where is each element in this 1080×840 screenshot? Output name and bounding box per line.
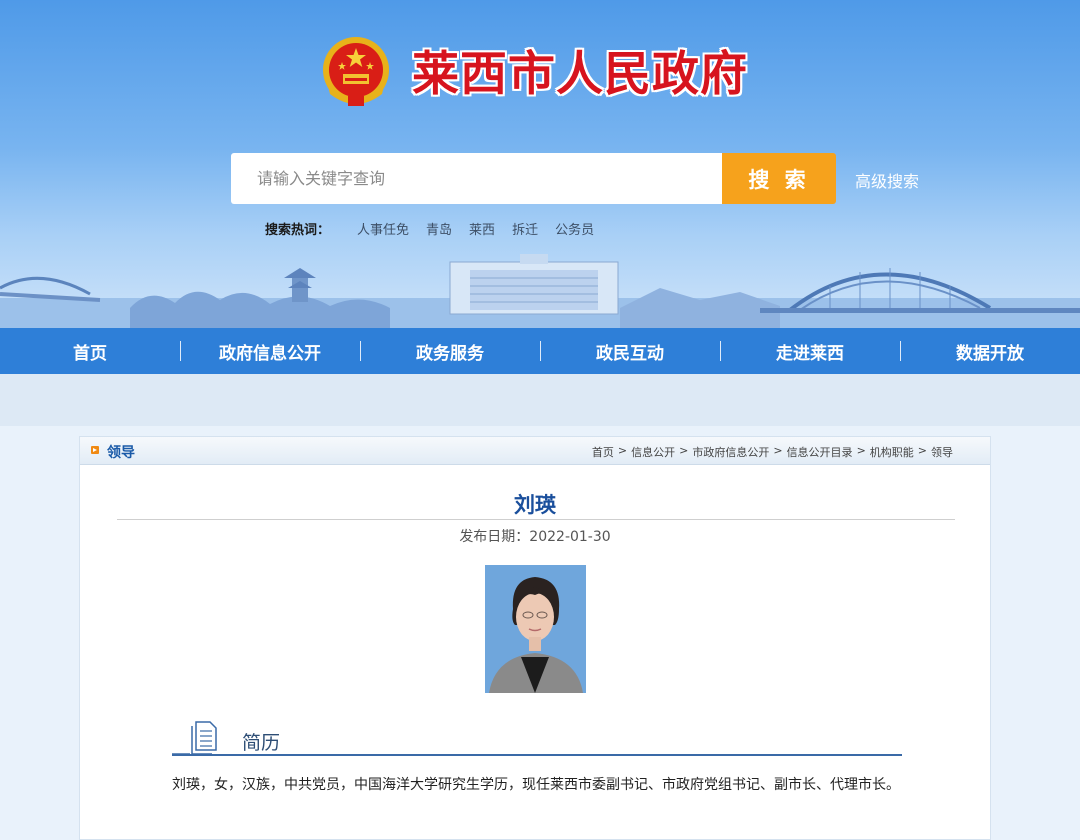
section-header: 领导 首页 > 信息公开 > 市政府信息公开 > 信息公开目录 > 机构职能 >… [80, 437, 990, 465]
advanced-search-link[interactable]: 高级搜索 [855, 168, 919, 192]
search-input[interactable] [231, 153, 722, 204]
breadcrumb-separator: > [679, 444, 689, 457]
breadcrumb-item[interactable]: 信息公开 [631, 444, 675, 460]
breadcrumb-item[interactable]: 机构职能 [870, 444, 914, 460]
nav-item-open-data[interactable]: 数据开放 [900, 328, 1080, 374]
hot-word-link[interactable]: 莱西 [469, 219, 495, 238]
breadcrumb-item[interactable]: 信息公开目录 [787, 444, 853, 460]
hot-word-link[interactable]: 青岛 [426, 219, 452, 238]
breadcrumb-item[interactable]: 首页 [592, 444, 614, 460]
nav-item-home[interactable]: 首页 [0, 328, 180, 374]
national-emblem-icon [323, 37, 389, 106]
breadcrumb-item[interactable]: 市政府信息公开 [692, 444, 769, 460]
resume-divider [172, 754, 902, 756]
nav-item-gov-info[interactable]: 政府信息公开 [180, 328, 360, 374]
resume-section-header: 简历 [172, 718, 902, 758]
decorative-band [0, 374, 1080, 426]
main-nav: 首页 政府信息公开 政务服务 政民互动 走进莱西 数据开放 [0, 328, 1080, 374]
hot-word-link[interactable]: 公务员 [555, 219, 594, 238]
hot-search-words: 搜索热词： 人事任免 青岛 莱西 拆迁 公务员 [265, 219, 611, 238]
site-header: 莱西市人民政府 搜 索 高级搜索 搜索热词： 人事任免 青岛 莱西 拆迁 公务员 [0, 0, 1080, 328]
hot-word-link[interactable]: 人事任免 [357, 219, 409, 238]
document-icon [172, 721, 217, 755]
portrait-photo [485, 565, 586, 693]
section-title: 领导 [107, 445, 135, 461]
breadcrumb-item[interactable]: 领导 [931, 444, 953, 460]
section-arrow-icon [91, 446, 99, 454]
breadcrumb: 首页 > 信息公开 > 市政府信息公开 > 信息公开目录 > 机构职能 > 领导 [592, 444, 953, 460]
city-skyline-illustration [0, 254, 1080, 328]
nav-item-about[interactable]: 走进莱西 [720, 328, 900, 374]
breadcrumb-separator: > [773, 444, 783, 457]
search-button[interactable]: 搜 索 [722, 153, 836, 204]
publish-date: 发布日期：2022-01-30 [459, 529, 611, 545]
hot-word-link[interactable]: 拆迁 [512, 219, 538, 238]
nav-item-interaction[interactable]: 政民互动 [540, 328, 720, 374]
article-title: 刘瑛 [514, 493, 556, 517]
resume-text: 刘瑛，女，汉族，中共党员，中国海洋大学研究生学历，现任莱西市委副书记、市政府党组… [172, 777, 900, 793]
site-title: 莱西市人民政府 [412, 47, 748, 102]
breadcrumb-separator: > [617, 444, 628, 457]
content-card: 领导 首页 > 信息公开 > 市政府信息公开 > 信息公开目录 > 机构职能 >… [79, 436, 991, 840]
hot-words-label: 搜索热词： [265, 223, 331, 238]
title-divider [117, 519, 955, 520]
breadcrumb-separator: > [917, 444, 927, 457]
breadcrumb-separator: > [856, 444, 866, 457]
resume-title: 简历 [242, 732, 281, 754]
nav-item-services[interactable]: 政务服务 [360, 328, 540, 374]
